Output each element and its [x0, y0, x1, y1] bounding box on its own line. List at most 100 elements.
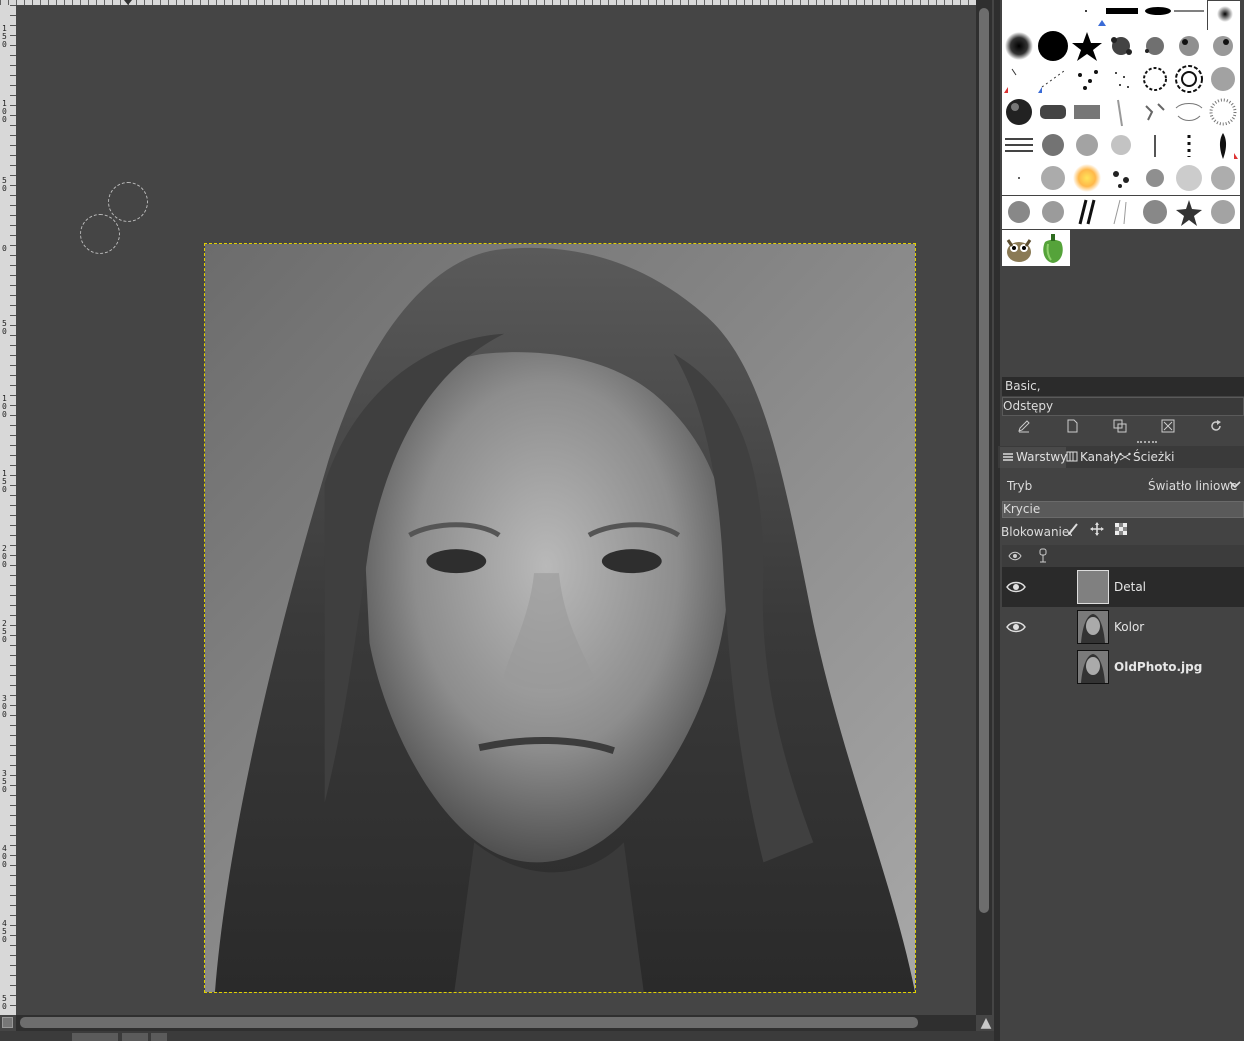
brush-preview-icon — [1085, 7, 1204, 26]
brush-cell[interactable] — [1002, 129, 1036, 162]
brush-cell[interactable] — [1104, 162, 1138, 195]
brush-cell[interactable] — [1036, 96, 1070, 129]
brush-cell[interactable] — [1002, 63, 1036, 96]
brush-preview-icon — [1111, 135, 1131, 155]
lock-alpha-icon[interactable] — [1112, 522, 1130, 540]
spacing-slider[interactable]: Odstępy — [1002, 397, 1244, 416]
new-brush-icon[interactable] — [1061, 419, 1083, 437]
image-canvas[interactable] — [204, 243, 916, 993]
ruler-label: 100 — [2, 99, 7, 124]
brush-cell[interactable] — [1036, 129, 1070, 162]
brush-cell[interactable] — [1070, 162, 1104, 195]
brush-cell[interactable] — [1104, 96, 1138, 129]
brush-preview-icon — [1176, 165, 1202, 191]
brush-cell[interactable] — [1172, 30, 1206, 63]
delete-brush-icon[interactable] — [1157, 419, 1179, 437]
brush-preview-icon — [1179, 36, 1199, 56]
ruler-label: 300 — [2, 694, 7, 719]
brush-cell[interactable] — [1036, 30, 1070, 63]
brush-cell[interactable] — [1070, 63, 1104, 96]
tab-layers[interactable]: Warstwy — [1000, 447, 1067, 468]
visibility-column-eye-icon[interactable] — [1004, 547, 1026, 565]
layer-thumbnail — [1077, 610, 1109, 644]
brush-cell[interactable] — [1172, 162, 1206, 195]
eye-icon[interactable] — [1004, 618, 1028, 636]
duplicate-brush-icon[interactable] — [1109, 419, 1131, 437]
layer-name[interactable]: Detal — [1114, 579, 1146, 595]
brush-cell[interactable] — [1138, 196, 1172, 229]
brush-cell[interactable] — [1172, 96, 1206, 129]
brush-preview-icon — [1175, 103, 1203, 121]
brush-cell[interactable] — [1206, 63, 1240, 96]
chain-link-column-icon[interactable] — [1034, 547, 1052, 565]
brush-cell[interactable] — [1036, 63, 1070, 96]
brush-cell[interactable] — [1036, 230, 1070, 266]
brush-cell[interactable] — [1002, 0, 1208, 33]
vertical-scroll-thumb[interactable] — [979, 8, 989, 913]
mode-label: Tryb — [1007, 479, 1033, 493]
brush-cell[interactable] — [1206, 96, 1240, 129]
layer-name[interactable]: Kolor — [1114, 619, 1144, 635]
brush-cell-selected[interactable] — [1207, 0, 1241, 33]
brush-cell[interactable] — [1104, 63, 1138, 96]
tab-label: Ścieżki — [1133, 450, 1175, 464]
brush-cell[interactable] — [1002, 96, 1036, 129]
brush-cell[interactable] — [1104, 196, 1138, 229]
brush-preview-icon — [1117, 99, 1123, 127]
brush-preview-icon — [1038, 70, 1065, 93]
quick-mask-toggle[interactable] — [2, 1017, 13, 1028]
brush-cell[interactable] — [1036, 162, 1070, 195]
brush-grid-empty-area — [1002, 268, 1244, 376]
brush-cell[interactable] — [1172, 196, 1206, 229]
brush-preview-icon — [1211, 67, 1235, 91]
horizontal-scroll-thumb[interactable] — [20, 1017, 918, 1028]
mode-dropdown[interactable]: Światło liniowe — [1148, 478, 1238, 494]
lock-position-icon[interactable] — [1088, 522, 1106, 540]
brush-cell[interactable] — [1206, 196, 1240, 229]
brush-cell[interactable] — [1206, 162, 1240, 195]
brush-grid[interactable] — [1002, 0, 1244, 268]
brush-cell[interactable] — [1070, 129, 1104, 162]
brush-cell[interactable] — [1138, 63, 1172, 96]
chevron-down-icon[interactable] — [1228, 476, 1242, 494]
brush-cell[interactable] — [1036, 196, 1070, 229]
brush-cell[interactable] — [1138, 129, 1172, 162]
brush-cell[interactable] — [1172, 129, 1206, 162]
brush-cell[interactable] — [1138, 162, 1172, 195]
brush-cell[interactable] — [1172, 63, 1206, 96]
opacity-slider[interactable]: Krycie — [1002, 501, 1244, 518]
brush-cell[interactable] — [1002, 162, 1036, 195]
brush-name-field[interactable]: Basic, — [1002, 377, 1244, 396]
brush-cell[interactable] — [1138, 96, 1172, 129]
brush-cell[interactable] — [1070, 196, 1104, 229]
brush-preview-icon — [1005, 138, 1033, 152]
edit-brush-icon[interactable] — [1013, 419, 1035, 437]
tab-paths[interactable]: Ścieżki — [1117, 447, 1175, 468]
layer-name[interactable]: OldPhoto.jpg — [1114, 659, 1202, 675]
brush-cell[interactable] — [1070, 30, 1104, 63]
refresh-brushes-icon[interactable] — [1205, 419, 1227, 437]
navigate-icon[interactable]: ▲ — [978, 1015, 994, 1031]
status-unit-selector[interactable] — [72, 1033, 118, 1041]
brush-cell[interactable] — [1104, 129, 1138, 162]
lock-pixels-icon[interactable] — [1065, 522, 1083, 540]
brush-cell[interactable] — [1138, 30, 1172, 63]
ruler-label: 50 — [2, 319, 7, 336]
channels-icon — [1066, 451, 1078, 462]
brush-cell[interactable] — [1002, 196, 1036, 229]
brush-cell[interactable] — [1070, 96, 1104, 129]
brush-cell[interactable] — [1002, 30, 1036, 63]
brush-cell[interactable] — [1206, 129, 1240, 162]
ruler-label: 0 — [2, 244, 7, 253]
brush-preview-icon — [1175, 65, 1203, 93]
brush-preview-icon — [1213, 36, 1233, 56]
wilber-brush-icon — [1006, 239, 1032, 262]
brush-preview-icon — [1040, 105, 1066, 119]
eye-icon[interactable] — [1004, 578, 1028, 596]
brush-preview-icon — [1113, 171, 1129, 188]
brush-cell[interactable] — [1104, 30, 1138, 63]
brush-cell[interactable] — [1206, 30, 1240, 63]
brush-cell[interactable] — [1002, 230, 1036, 266]
status-zoom-selector[interactable] — [122, 1033, 148, 1041]
tab-channels[interactable]: Kanały — [1064, 447, 1120, 468]
